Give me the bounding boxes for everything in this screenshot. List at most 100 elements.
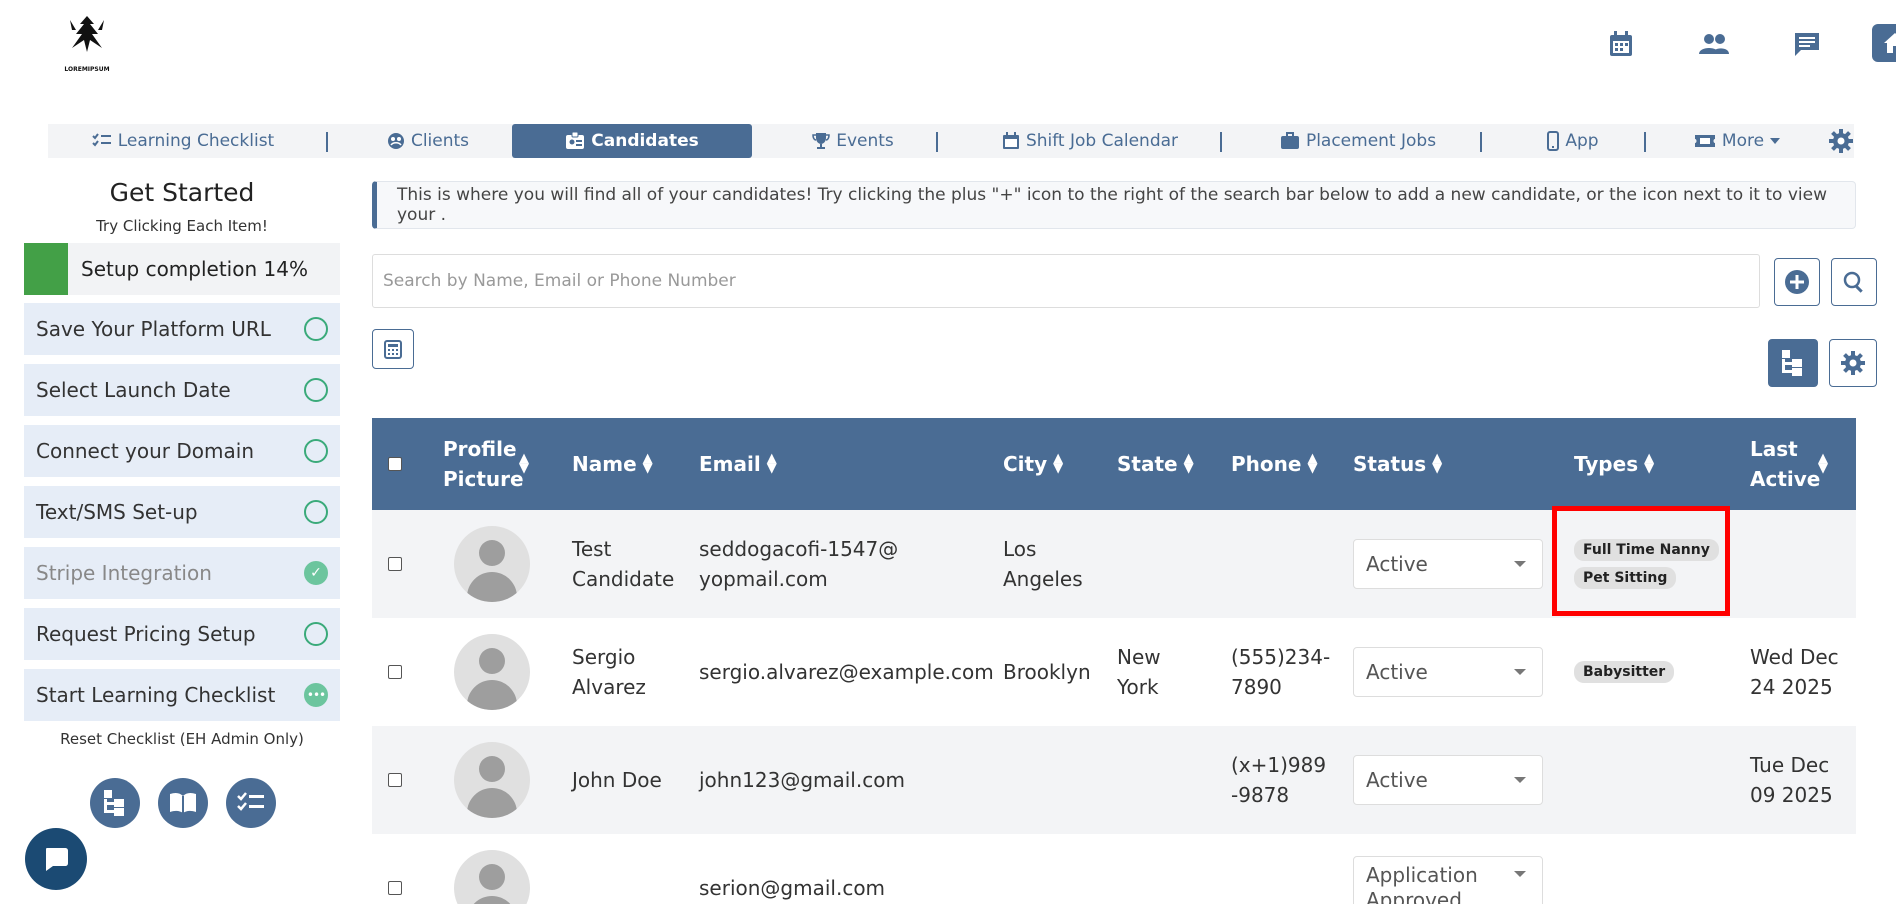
select-all-checkbox[interactable] [388, 457, 402, 471]
tab-placement-jobs[interactable]: Placement Jobs [1258, 124, 1458, 158]
tab-clients[interactable]: Clients [368, 124, 488, 158]
tab-label: App [1565, 131, 1599, 151]
sidebar-item-stripe-integration[interactable]: Stripe Integration ✓ [24, 547, 340, 599]
sidebar-subtitle: Try Clicking Each Item! [96, 217, 268, 235]
name-cell: John Doe [572, 726, 692, 834]
sidebar-item-start-learning-checklist[interactable]: Start Learning Checklist ••• [24, 669, 340, 721]
column-header-last-active[interactable]: Last Active ▲ ▼ [1750, 418, 1840, 510]
chevron-down-icon [1514, 561, 1526, 567]
phone-cell: (555)234-7890 [1231, 618, 1331, 726]
gear-icon [1829, 129, 1853, 153]
tab-shift-job-calendar[interactable]: Shift Job Calendar [978, 124, 1202, 158]
table-settings-button[interactable] [1829, 339, 1877, 387]
avatar[interactable] [454, 850, 530, 904]
row-checkbox[interactable] [388, 557, 402, 571]
city-cell: Brooklyn [1003, 618, 1103, 726]
logo-text: LOREMIPSUM [64, 66, 110, 73]
row-select-cell [388, 834, 402, 904]
sitemap-button[interactable] [90, 778, 140, 828]
avatar[interactable] [454, 742, 530, 818]
reset-checklist-link[interactable]: Reset Checklist (EH Admin Only) [24, 730, 340, 748]
sidebar-item-label: Save Your Platform URL [36, 317, 271, 341]
candidate-email: serion@gmail.com [699, 876, 886, 900]
sort-icon: ▲ ▼ [1432, 451, 1443, 476]
status-select[interactable]: Active [1353, 647, 1543, 697]
search-button[interactable] [1831, 258, 1877, 306]
checklist-icon [237, 792, 264, 811]
add-candidate-button[interactable] [1774, 258, 1820, 306]
candidate-name-link[interactable]: Test Candidate [572, 534, 682, 594]
clients-icon [387, 133, 404, 149]
settings-button[interactable] [1828, 124, 1854, 158]
sort-icon: ▲ ▼ [1307, 451, 1318, 476]
column-header-types[interactable]: Types ▲ ▼ [1574, 418, 1654, 510]
sidebar-item-save-platform-url[interactable]: Save Your Platform URL [24, 303, 340, 355]
table-row[interactable]: John Doe john123@gmail.com (x+1)989-9878… [372, 726, 1856, 834]
column-header-email[interactable]: Email ▲ ▼ [699, 418, 777, 510]
status-select[interactable]: Active [1353, 539, 1543, 589]
sidebar-item-select-launch-date[interactable]: Select Launch Date [24, 364, 340, 416]
table-row[interactable]: Sergio Alvarez sergio.alvarez@example.co… [372, 618, 1856, 726]
plus-circle-icon [1785, 270, 1809, 294]
tab-events[interactable]: Events [788, 124, 918, 158]
sort-icon: ▲ ▼ [1053, 451, 1064, 476]
candidate-email: john123@gmail.com [699, 768, 905, 792]
column-header-label: Last Active [1750, 437, 1821, 491]
candidate-name-link[interactable]: Sergio Alvarez [572, 642, 652, 702]
sidebar-item-request-pricing-setup[interactable]: Request Pricing Setup [24, 608, 340, 660]
candidate-city: Brooklyn [1003, 660, 1091, 684]
tab-label: Clients [410, 131, 470, 151]
chat-icon[interactable] [1787, 24, 1827, 64]
trophy-icon [812, 133, 830, 149]
table-row[interactable]: serion@gmail.com Application Approved N … [372, 834, 1856, 904]
tab-more-dropdown[interactable]: More [1682, 124, 1792, 158]
progress-fill [24, 243, 69, 295]
home-button[interactable] [1872, 24, 1896, 62]
tab-label: Events [836, 131, 894, 151]
people-icon[interactable] [1694, 24, 1734, 64]
table-row[interactable]: Test Candidate seddogacofi-1547@yopmail.… [372, 506, 1856, 618]
name-cell: Sergio Alvarez [572, 618, 652, 726]
candidate-search-input[interactable] [372, 254, 1760, 308]
column-header-state[interactable]: State ▲ ▼ [1117, 418, 1194, 510]
column-header-profile-picture[interactable]: Profile Picture ▲ ▼ [443, 418, 553, 510]
checklist-button[interactable] [226, 778, 276, 828]
avatar[interactable] [454, 634, 530, 710]
status-cell: Active [1353, 618, 1543, 726]
column-header-status[interactable]: Status ▲ ▼ [1353, 418, 1442, 510]
row-checkbox[interactable] [388, 665, 402, 679]
email-cell: john123@gmail.com [699, 726, 999, 834]
tab-learning-checklist[interactable]: Learning Checklist [88, 124, 278, 158]
sidebar-item-connect-domain[interactable]: Connect your Domain [24, 425, 340, 477]
table-calc-icon [384, 340, 402, 359]
column-header-name[interactable]: Name ▲ ▼ [572, 418, 653, 510]
hierarchy-view-button[interactable] [1768, 339, 1818, 387]
avatar[interactable] [454, 526, 530, 602]
table-header: Profile Picture ▲ ▼ Name ▲ ▼ Email ▲ ▼ City ▲ ▼ … [372, 418, 1856, 510]
sidebar-item-label: Select Launch Date [36, 378, 231, 402]
progress-label: Setup completion 14% [81, 257, 308, 281]
export-table-button[interactable] [372, 329, 414, 369]
column-header-city[interactable]: City ▲ ▼ [1003, 418, 1063, 510]
tab-label: Shift Job Calendar [1025, 131, 1179, 151]
chevron-down-icon [1514, 777, 1526, 783]
sidebar-item-text-sms-setup[interactable]: Text/SMS Set-up [24, 486, 340, 538]
nav-divider [1480, 132, 1482, 152]
row-checkbox[interactable] [388, 773, 402, 787]
brand-logo[interactable]: LOREMIPSUM [62, 14, 112, 73]
column-header-phone[interactable]: Phone ▲ ▼ [1231, 418, 1317, 510]
todo-circle-icon [304, 378, 328, 402]
status-select[interactable]: Active [1353, 755, 1543, 805]
column-header-label: Profile Picture [443, 437, 524, 491]
tab-app[interactable]: App [1518, 124, 1628, 158]
calendar-icon[interactable] [1601, 24, 1641, 64]
book-button[interactable] [158, 778, 208, 828]
main-nav: Learning Checklist Clients Candidates Ev… [48, 124, 1854, 158]
ellipsis-circle-icon: ••• [304, 683, 328, 707]
tab-candidates[interactable]: Candidates [512, 124, 752, 158]
candidate-name-link[interactable]: John Doe [572, 765, 662, 795]
row-checkbox[interactable] [388, 881, 402, 895]
status-select[interactable]: Application Approved [1353, 856, 1543, 904]
support-chat-button[interactable] [25, 828, 87, 890]
status-value: Application Approved [1366, 863, 1478, 904]
